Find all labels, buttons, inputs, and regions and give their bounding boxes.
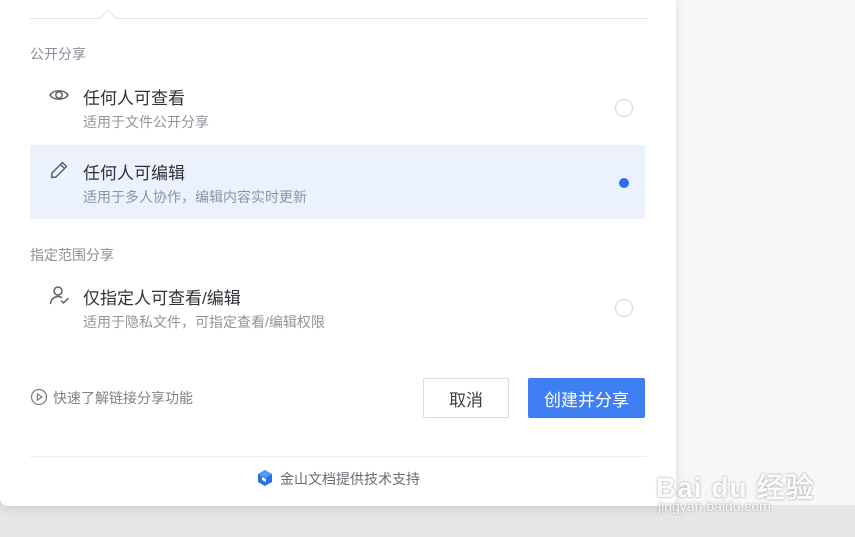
option-title: 仅指定人可查看/编辑 (83, 289, 241, 308)
option-desc: 适用于多人协作，编辑内容实时更新 (83, 189, 307, 205)
user-check-icon (48, 284, 70, 306)
option-anyone-view[interactable]: 任何人可查看 适用于文件公开分享 (30, 70, 645, 144)
option-specified-people[interactable]: 仅指定人可查看/编辑 适用于隐私文件，可指定查看/编辑权限 (30, 270, 645, 344)
option-desc: 适用于隐私文件，可指定查看/编辑权限 (83, 314, 325, 330)
watermark-url: jingyan.baidu.com (658, 498, 771, 514)
background-area (675, 0, 855, 537)
footer: 金山文档提供技术支持 (0, 468, 676, 490)
eye-icon (48, 84, 70, 106)
footer-divider (30, 456, 647, 457)
help-link[interactable]: 快速了解链接分享功能 (30, 387, 193, 409)
tab-caret (99, 9, 117, 27)
radio-anyone-view[interactable] (615, 99, 633, 117)
section-title-public: 公开分享 (30, 46, 86, 62)
baidu-watermark: Bai du 经验 jingyan.baidu.com (652, 458, 852, 518)
share-dialog: 公开分享 任何人可查看 适用于文件公开分享 任何人可编辑 适用于多人协作，编辑内… (0, 0, 676, 506)
kdocs-logo-icon (256, 469, 274, 490)
radio-specified-people[interactable] (615, 299, 633, 317)
cancel-button[interactable]: 取消 (423, 378, 509, 418)
pencil-icon (48, 159, 70, 181)
radio-anyone-edit[interactable] (615, 174, 633, 192)
tab-divider (30, 18, 647, 19)
create-share-button[interactable]: 创建并分享 (528, 378, 645, 418)
section-title-specified: 指定范围分享 (30, 247, 114, 263)
help-link-label: 快速了解链接分享功能 (53, 390, 193, 406)
option-title: 任何人可编辑 (83, 164, 185, 183)
play-circle-icon (30, 388, 48, 409)
option-desc: 适用于文件公开分享 (83, 114, 209, 130)
option-anyone-edit[interactable]: 任何人可编辑 适用于多人协作，编辑内容实时更新 (30, 145, 645, 219)
option-title: 任何人可查看 (83, 89, 185, 108)
footer-label: 金山文档提供技术支持 (280, 471, 420, 487)
